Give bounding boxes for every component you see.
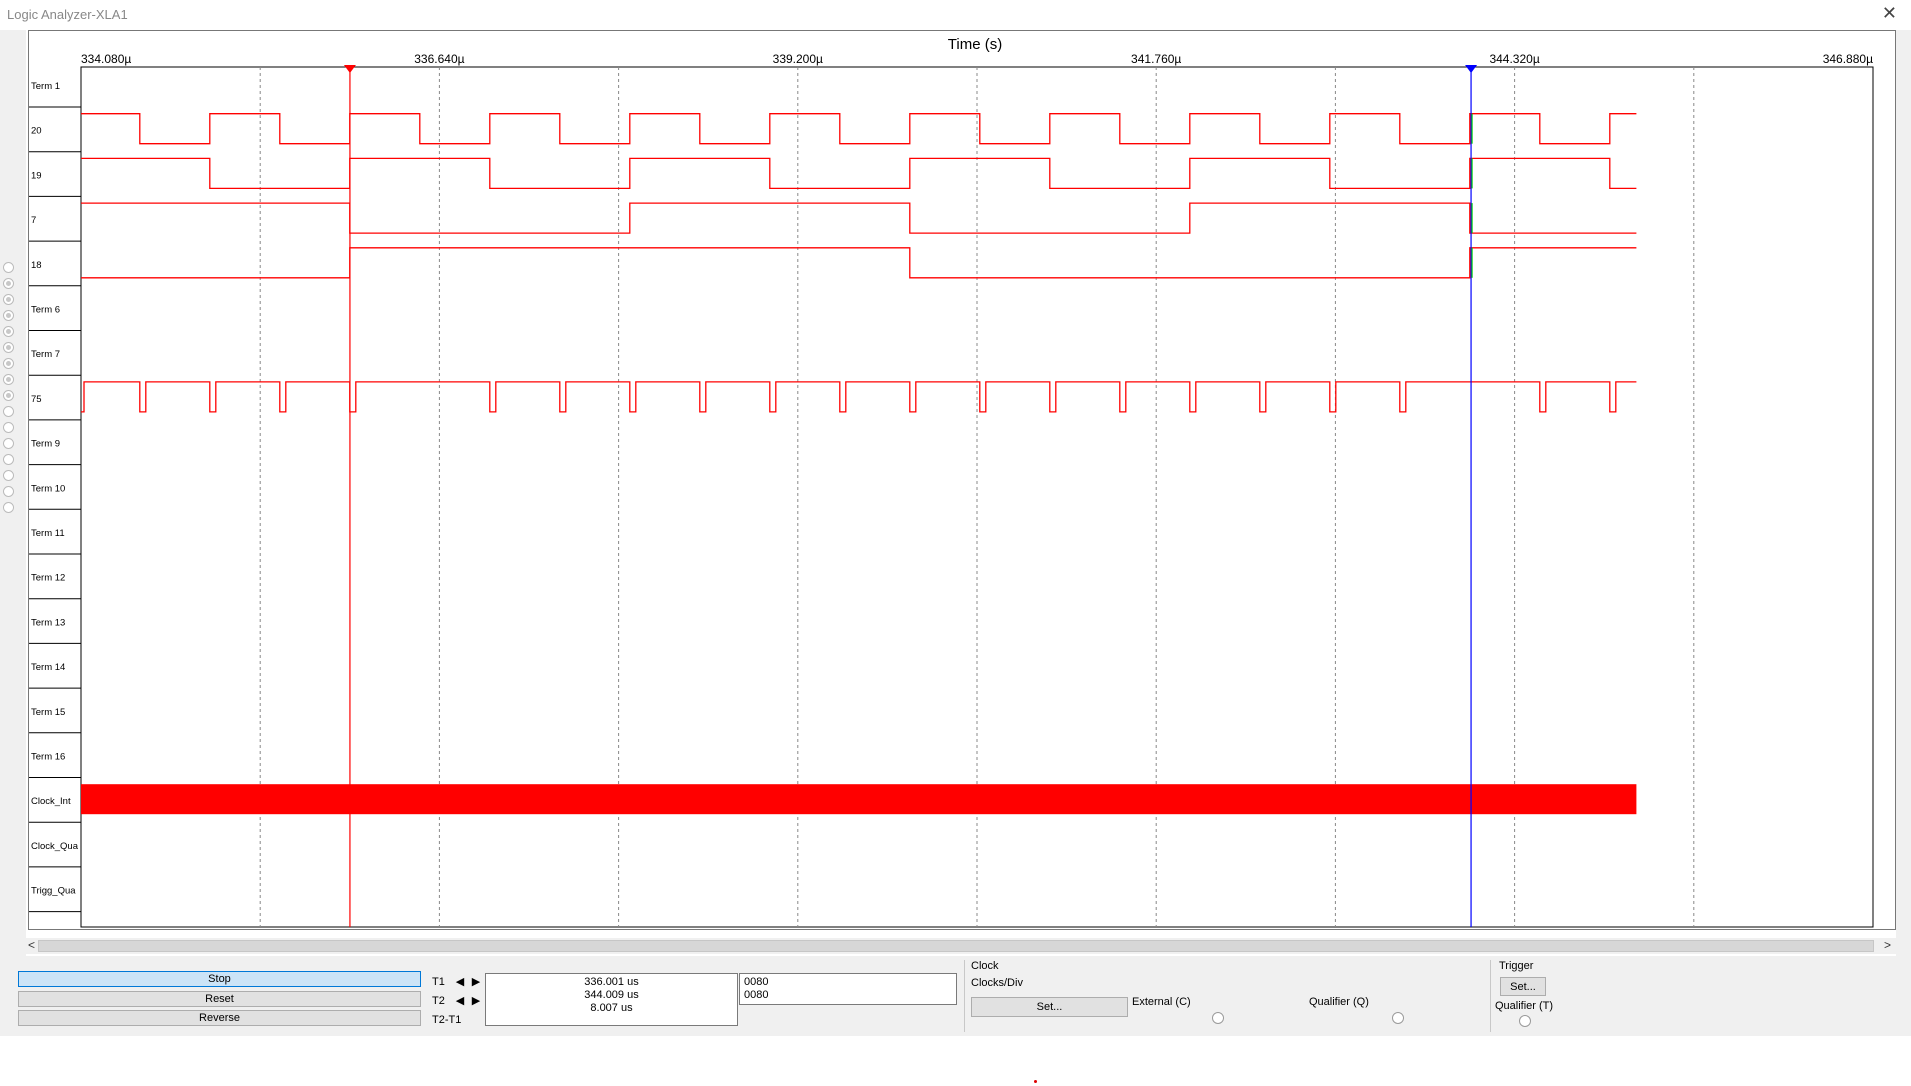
axis-title: Time (s) [948, 36, 1002, 53]
close-icon[interactable]: ✕ [1882, 3, 1897, 24]
window-title: Logic Analyzer-XLA1 [7, 7, 128, 22]
dt-time-value: 8.007 us [590, 1002, 633, 1014]
time-tick-label: 336.640µ [414, 52, 464, 66]
signal-trace [81, 247, 1637, 279]
qualifier-q-radio[interactable] [1392, 1012, 1404, 1024]
scroll-left-icon[interactable]: < [28, 938, 35, 952]
signal-trace [81, 381, 1637, 413]
channel-select-radio[interactable] [3, 310, 14, 321]
channel-label: Term 11 [31, 528, 65, 539]
t2-label: T2 [432, 995, 445, 1007]
channel-select-radio[interactable] [3, 326, 14, 337]
t1-left-arrow-icon[interactable]: ◀ [454, 976, 466, 988]
cursor-t1-marker-icon [343, 65, 356, 73]
channel-label: Term 9 [31, 439, 60, 450]
channel-label: Term 12 [31, 573, 65, 584]
t1-label: T1 [432, 976, 445, 988]
right-strip [1896, 30, 1911, 1030]
channel-label: 7 [31, 215, 36, 226]
channel-select-radio[interactable] [3, 502, 14, 513]
channel-label: 19 [31, 170, 42, 181]
horizontal-scrollbar[interactable]: < > [26, 938, 1896, 954]
channel-label: 75 [31, 394, 42, 405]
title-bar: Logic Analyzer-XLA1 ✕ [0, 0, 1911, 30]
channel-select-radio[interactable] [3, 358, 14, 369]
channel-select-radio[interactable] [3, 262, 14, 273]
channel-label: Term 6 [31, 305, 60, 316]
channel-select-radio[interactable] [3, 470, 14, 481]
time-tick-label: 334.080µ [81, 52, 131, 66]
channel-label: Term 15 [31, 707, 65, 718]
clocks-div-label: Clocks/Div [971, 977, 1023, 989]
t1-hex-value: 0080 [744, 976, 769, 988]
channel-label: Term 7 [31, 349, 60, 360]
channel-select-radio[interactable] [3, 438, 14, 449]
t2-time-value: 344.009 us [584, 989, 639, 1001]
channel-select-radio[interactable] [3, 406, 14, 417]
channel-radio-strip [0, 30, 26, 1030]
stop-button[interactable]: Stop [18, 971, 421, 987]
channel-select-radio[interactable] [3, 454, 14, 465]
separator [1490, 960, 1491, 1032]
channel-label: Clock_Qua [31, 841, 79, 852]
reverse-button[interactable]: Reverse [18, 1010, 421, 1026]
channel-select-radio[interactable] [3, 390, 14, 401]
time-tick-label: 341.760µ [1131, 52, 1181, 66]
clock-group-title: Clock [971, 960, 999, 972]
trigger-set-button[interactable]: Set... [1500, 977, 1546, 996]
channel-label: Term 14 [31, 662, 65, 673]
channel-label: Term 1 [31, 81, 60, 92]
waveform-display[interactable]: Time (s) 334.080µ 336.640µ 339.200µ 341.760µ… [28, 30, 1896, 930]
t1-time-value: 336.001 us [584, 976, 639, 988]
channel-label: Clock_Int [31, 796, 71, 807]
channel-select-radio[interactable] [3, 374, 14, 385]
signal-trace [81, 157, 1637, 190]
channel-select-radio[interactable] [3, 278, 14, 289]
scrollbar-thumb[interactable] [38, 940, 1874, 952]
t2-left-arrow-icon[interactable]: ◀ [454, 995, 466, 1007]
channel-label: 20 [31, 126, 42, 137]
qualifier-q-label: Qualifier (Q) [1309, 996, 1369, 1008]
waveform-svg: Time (s) 334.080µ 336.640µ 339.200µ 341.760µ… [29, 36, 1874, 928]
external-c-radio[interactable] [1212, 1012, 1224, 1024]
signal-trace [81, 113, 1637, 145]
qualifier-t-radio[interactable] [1519, 1015, 1531, 1027]
qualifier-t-label: Qualifier (T) [1495, 1000, 1554, 1012]
clock-set-button[interactable]: Set... [971, 997, 1128, 1017]
reset-button[interactable]: Reset [18, 991, 421, 1007]
channel-label: Term 16 [31, 752, 65, 763]
cursor-time-box: 336.001 us 344.009 us 8.007 us [485, 973, 738, 1026]
channel-label: Term 10 [31, 483, 65, 494]
trigger-group-title: Trigger [1499, 960, 1534, 972]
channel-select-radio[interactable] [3, 342, 14, 353]
time-tick-label: 339.200µ [773, 52, 823, 66]
external-c-label: External (C) [1132, 996, 1191, 1008]
separator [964, 960, 965, 1032]
cursor-t2-marker-icon [1465, 65, 1478, 73]
channel-label: Term 13 [31, 617, 65, 628]
control-panel: Stop Reset Reverse T1 T2 T2-T1 ◀ ▶ ◀ ▶ 3… [0, 956, 1911, 1036]
channel-select-radio[interactable] [3, 422, 14, 433]
scroll-right-icon[interactable]: > [1884, 938, 1891, 952]
channel-select-radio[interactable] [3, 294, 14, 305]
channel-select-radio[interactable] [3, 486, 14, 497]
channel-label: Trigg_Qua [31, 886, 76, 897]
t1-right-arrow-icon[interactable]: ▶ [470, 976, 482, 988]
hex-value-box: 0080 0080 [739, 973, 957, 1005]
time-tick-label: 344.320µ [1489, 52, 1539, 66]
time-tick-label: 346.880µ [1823, 52, 1873, 66]
channel-label: 18 [31, 260, 42, 271]
clock-bar [81, 784, 1637, 815]
t2-right-arrow-icon[interactable]: ▶ [470, 995, 482, 1007]
t2-hex-value: 0080 [744, 989, 769, 1001]
t2t1-label: T2-T1 [432, 1014, 462, 1026]
red-dot [1034, 1080, 1037, 1083]
signal-trace [81, 202, 1637, 234]
